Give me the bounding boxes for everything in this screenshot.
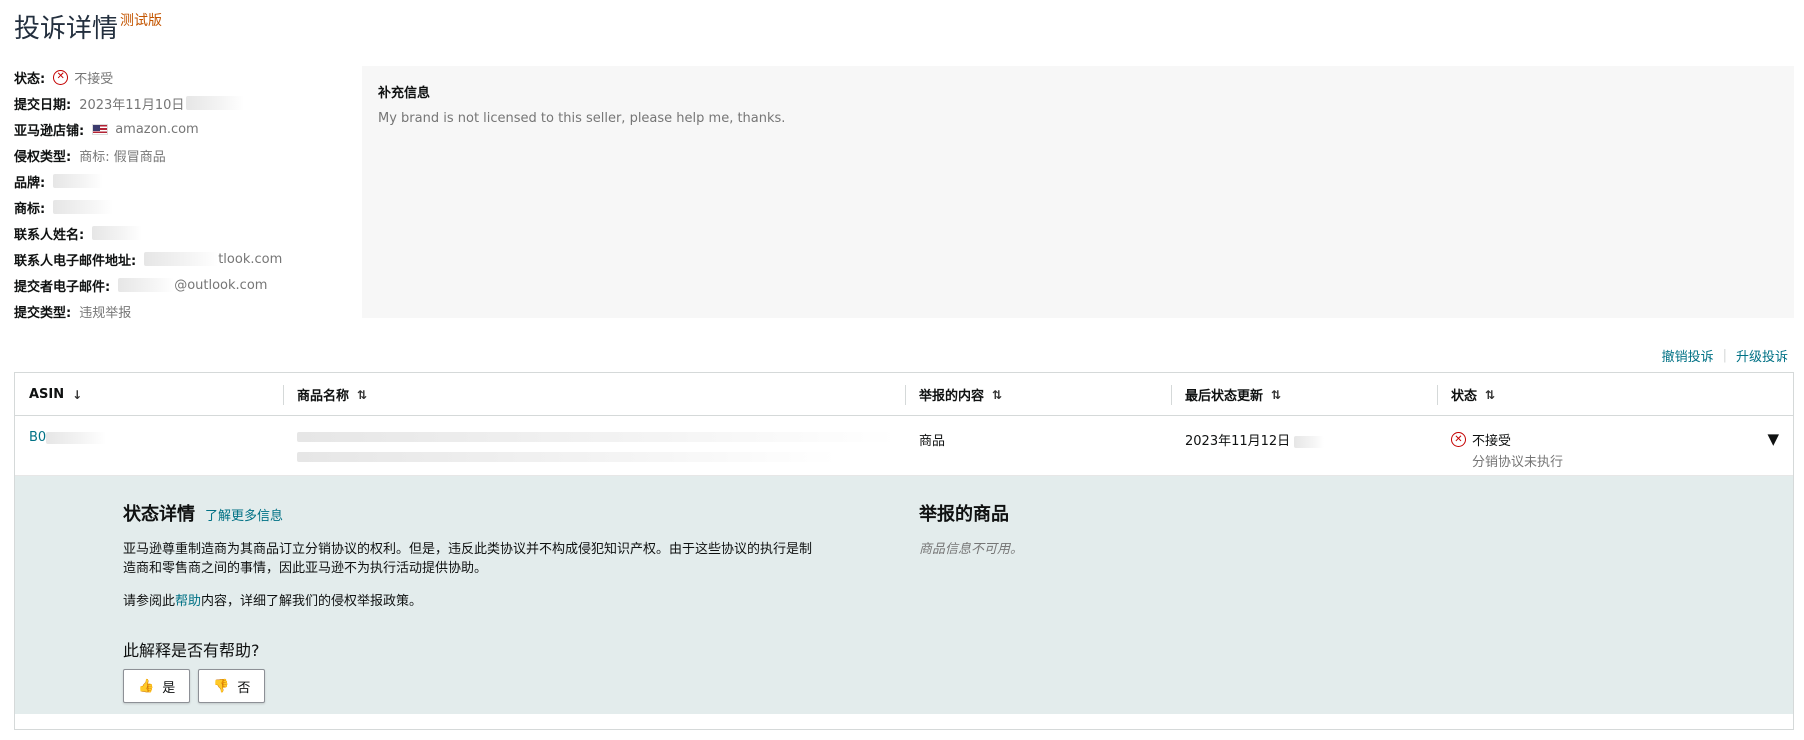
detail-submit-date: 提交日期: 2023年11月10日 [14, 90, 354, 116]
detail-status: 状态: ✕ 不接受 [14, 64, 354, 90]
redacted-block [92, 226, 143, 240]
helpful-no-button[interactable]: 👎 否 [198, 669, 266, 703]
detail-brand: 品牌: [14, 168, 354, 194]
status-details-heading: 状态详情 [123, 504, 195, 525]
column-header-reported-content[interactable]: 举报的内容 ⇅ [905, 373, 1002, 416]
column-header-product-name[interactable]: 商品名称 ⇅ [283, 373, 367, 416]
additional-info-text: My brand is not licensed to this seller,… [378, 111, 786, 126]
sort-descending-icon: ↓ [72, 387, 83, 402]
redacted-block [186, 96, 245, 110]
column-header-last-update[interactable]: 最后状态更新 ⇅ [1171, 373, 1281, 416]
detail-infringement-type: 侵权类型: 商标: 假冒商品 [14, 142, 354, 168]
helpful-question: 此解释是否有帮助? [123, 641, 260, 660]
action-separator: | [1722, 348, 1727, 363]
sort-icon: ⇅ [1271, 387, 1282, 402]
detail-label: 提交日期: [14, 97, 72, 113]
status-text: 不接受 [1472, 434, 1512, 449]
detail-label: 侵权类型: [14, 149, 72, 165]
withdraw-complaint-link[interactable]: 撤销投诉 [1662, 346, 1714, 365]
detail-label: 品牌: [14, 175, 46, 191]
redacted-block [297, 452, 837, 462]
sort-icon: ⇅ [357, 387, 368, 402]
detail-value: 商标: 假冒商品 [79, 149, 166, 165]
status-cell: ✕ 不接受 分销协议未执行 [1451, 430, 1563, 470]
redacted-block [144, 252, 219, 266]
complaint-actions: 撤销投诉 | 升级投诉 [1662, 346, 1788, 365]
detail-value: @outlook.com [174, 277, 268, 293]
detail-store: 亚马逊店铺: amazon.com [14, 116, 354, 142]
asin-link[interactable]: B0 [29, 430, 46, 445]
help-reference: 请参阅此帮助内容，详细了解我们的侵权举报政策。 [123, 594, 423, 609]
detail-label: 联系人姓名: [14, 227, 85, 243]
status-detail-panel: 状态详情 了解更多信息 亚马逊尊重制造商为其商品订立分销协议的权利。但是，违反此… [15, 476, 1793, 714]
additional-info-title: 补充信息 [378, 86, 431, 101]
detail-label: 亚马逊店铺: [14, 123, 85, 139]
page-title: 投诉详情 测试版 [14, 8, 162, 45]
redacted-block [53, 200, 114, 214]
column-header-status[interactable]: 状态 ⇅ [1437, 373, 1495, 416]
product-unavailable-text: 商品信息不可用。 [919, 542, 1024, 557]
thumbs-up-icon: 👍 [138, 678, 155, 694]
sort-icon: ⇅ [1485, 387, 1496, 402]
last-update-cell: 2023年11月12日 [1185, 434, 1291, 449]
detail-submitter-email: 提交者电子邮件: @outlook.com [14, 272, 354, 298]
reported-content-cell: 商品 [919, 434, 946, 449]
redacted-block [53, 174, 104, 188]
redacted-block [1294, 435, 1325, 448]
redacted-block [118, 278, 175, 292]
detail-submission-type: 提交类型: 违规举报 [14, 298, 354, 324]
product-name-cell [297, 432, 897, 462]
detail-label: 联系人电子邮件地址: [14, 253, 137, 269]
column-header-asin[interactable]: ASIN ↓ [15, 373, 82, 416]
x-circle-icon: ✕ [53, 69, 69, 85]
detail-value: tlook.com [218, 251, 283, 267]
redacted-block [297, 432, 897, 442]
detail-label: 提交者电子邮件: [14, 279, 111, 295]
us-flag-icon [92, 123, 109, 135]
detail-contact-name: 联系人姓名: [14, 220, 354, 246]
detail-label: 提交类型: [14, 305, 72, 321]
detail-contact-email: 联系人电子邮件地址: tlook.com [14, 246, 354, 272]
help-link[interactable]: 帮助 [175, 594, 201, 609]
redacted-block [46, 431, 107, 444]
learn-more-link[interactable]: 了解更多信息 [205, 505, 283, 524]
thumbs-down-icon: 👎 [213, 678, 230, 694]
additional-info-box: 补充信息 My brand is not licensed to this se… [362, 66, 1794, 318]
sort-icon: ⇅ [992, 387, 1003, 402]
escalate-complaint-link[interactable]: 升级投诉 [1736, 346, 1788, 365]
table-header: ASIN ↓ 商品名称 ⇅ 举报的内容 ⇅ 最后状态更新 ⇅ 状态 ⇅ [15, 373, 1793, 416]
collapse-caret-icon[interactable]: ▼ [1767, 430, 1779, 448]
detail-value: 2023年11月10日 [79, 97, 185, 113]
reported-product-heading: 举报的商品 [919, 504, 1009, 525]
status-explanation: 亚马逊尊重制造商为其商品订立分销协议的权利。但是，违反此类协议并不构成侵犯知识产… [123, 542, 813, 576]
detail-label: 状态: [14, 71, 46, 87]
asin-table: ASIN ↓ 商品名称 ⇅ 举报的内容 ⇅ 最后状态更新 ⇅ 状态 ⇅ B0 商品 202… [14, 372, 1794, 730]
detail-label: 商标: [14, 201, 46, 217]
status-reason: 分销协议未执行 [1472, 455, 1564, 470]
x-circle-icon: ✕ [1451, 432, 1466, 447]
complaint-details: 状态: ✕ 不接受 提交日期: 2023年11月10日 亚马逊店铺: amazon… [14, 64, 354, 324]
detail-value: amazon.com [115, 121, 199, 137]
detail-value: 违规举报 [79, 305, 132, 321]
beta-badge: 测试版 [120, 13, 163, 29]
helpful-yes-button[interactable]: 👍 是 [123, 669, 191, 703]
page-title-text: 投诉详情 [14, 14, 119, 44]
table-row: B0 商品 2023年11月12日 ✕ 不接受 分销协议未执行 ▼ [15, 416, 1793, 476]
detail-value: 不接受 [74, 71, 114, 87]
detail-trademark: 商标: [14, 194, 354, 220]
